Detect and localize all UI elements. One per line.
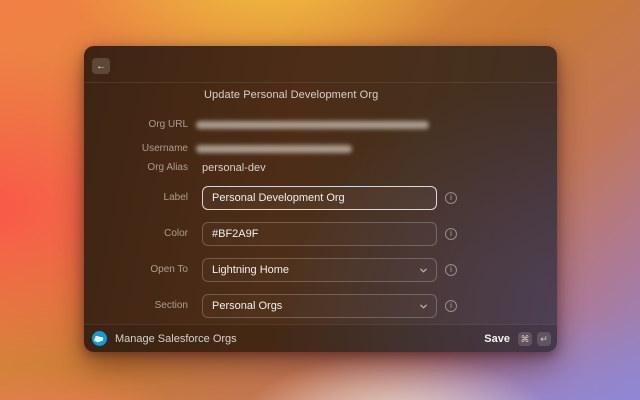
open-to-dropdown[interactable]: Lightning Home	[202, 258, 437, 282]
info-icon[interactable]: i	[445, 300, 457, 312]
open-to-selected-value: Lightning Home	[212, 264, 290, 276]
color-field-row: Color i	[84, 222, 557, 246]
action-bar: Manage Salesforce Orgs Save ⌘ ↵	[84, 324, 557, 352]
info-icon[interactable]: i	[445, 192, 457, 204]
cmd-key-icon: ⌘	[518, 331, 532, 346]
org-url-row: Org URL	[84, 113, 557, 137]
username-redacted-value	[196, 145, 352, 153]
color-field-label: Color	[164, 228, 188, 239]
info-icon[interactable]: i	[445, 264, 457, 276]
section-label: Section	[154, 300, 188, 311]
section-row: Section Personal Orgs i	[84, 294, 557, 318]
back-arrow-icon: ←	[96, 60, 106, 72]
window-header: ←	[84, 46, 557, 83]
chevron-down-icon	[420, 268, 427, 272]
label-field-row: Label i	[84, 186, 557, 210]
open-to-label: Open To	[150, 264, 188, 275]
org-url-label: Org URL	[148, 119, 188, 130]
org-alias-value: personal-dev	[202, 162, 266, 174]
save-label: Save	[484, 332, 510, 345]
label-input[interactable]	[202, 186, 437, 210]
org-url-redacted-value	[196, 121, 429, 129]
section-selected-value: Personal Orgs	[212, 300, 283, 312]
return-key-icon: ↵	[537, 331, 551, 346]
label-field-label: Label	[163, 192, 188, 203]
back-button[interactable]: ←	[92, 58, 110, 74]
extension-name: Manage Salesforce Orgs	[115, 332, 237, 345]
section-dropdown[interactable]: Personal Orgs	[202, 294, 437, 318]
chevron-down-icon	[420, 304, 427, 308]
org-alias-row: Org Alias personal-dev	[84, 156, 557, 180]
color-input[interactable]	[202, 222, 437, 246]
org-alias-label: Org Alias	[147, 162, 188, 173]
desktop-background: ← Update Personal Development Org Org UR…	[0, 0, 640, 400]
salesforce-cloud-icon	[92, 331, 107, 346]
save-button[interactable]: Save ⌘ ↵	[484, 331, 551, 346]
form-title: Update Personal Development Org	[204, 89, 379, 101]
extension-window: ← Update Personal Development Org Org UR…	[84, 46, 557, 352]
open-to-row: Open To Lightning Home i	[84, 258, 557, 282]
info-icon[interactable]: i	[445, 228, 457, 240]
